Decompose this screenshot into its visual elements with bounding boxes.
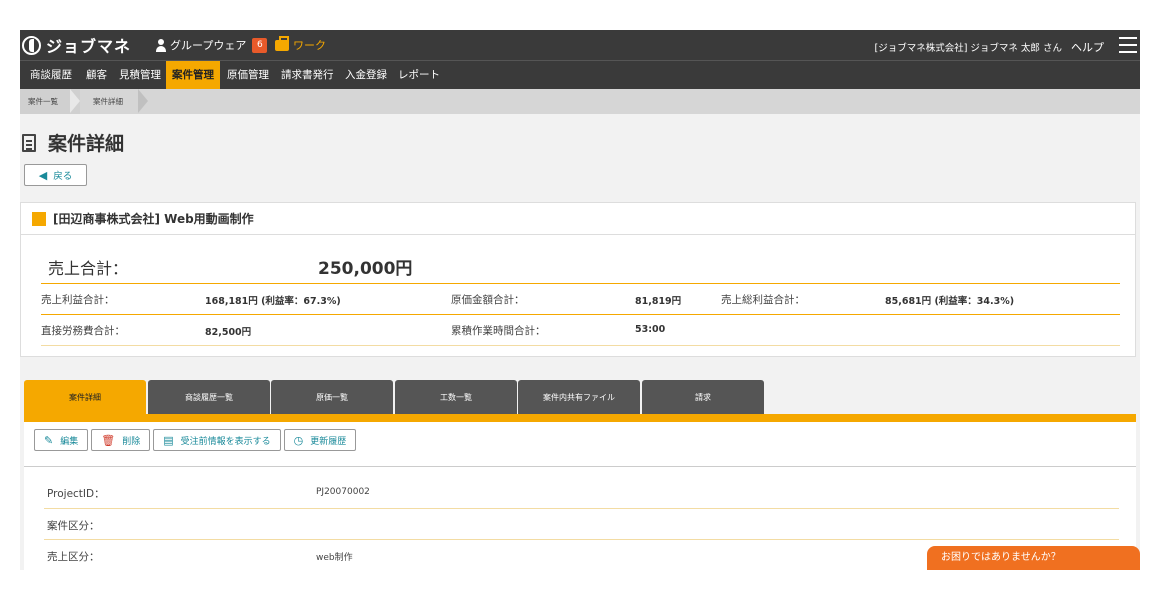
labor-value: 82,500円 bbox=[205, 327, 252, 338]
work-link[interactable]: ワーク bbox=[275, 35, 326, 53]
sales-total-value: 250,000円 bbox=[318, 259, 413, 279]
project-id-value: PJ20070002 bbox=[316, 487, 370, 497]
logo-text: ジョブマネ bbox=[46, 37, 132, 56]
tab-project-detail[interactable]: 案件詳細 bbox=[24, 380, 146, 414]
summary-panel: 売上合計： 250,000円 売上利益合計： 168,181円 (利益率：67.… bbox=[20, 235, 1136, 357]
history-button[interactable]: ◷ 更新履歴 bbox=[283, 429, 357, 451]
briefcase-icon bbox=[275, 35, 289, 51]
tab-shared-files[interactable]: 案件内共有ファイル bbox=[518, 380, 640, 414]
user-name[interactable]: [ジョブマネ株式会社] ジョブマネ 太郎 さん bbox=[874, 43, 1061, 54]
clock-icon: ◷ bbox=[293, 433, 304, 447]
trash-icon: 🗑 bbox=[101, 433, 116, 447]
delete-button[interactable]: 🗑 削除 bbox=[91, 429, 151, 451]
action-toolbar: ✎ 編集 🗑 削除 ▤ 受注前情報を表示する ◷ 更新履歴 bbox=[34, 429, 359, 451]
breadcrumb-separator bbox=[70, 89, 80, 113]
tab-underline bbox=[24, 414, 1136, 422]
nav-item-invoices[interactable]: 請求書発行 bbox=[275, 61, 340, 89]
tab-man-hours[interactable]: 工数一覧 bbox=[395, 380, 517, 414]
project-id-label: ProjectID： bbox=[47, 488, 105, 500]
person-icon bbox=[156, 38, 166, 52]
nav-item-projects[interactable]: 案件管理 bbox=[166, 61, 220, 89]
divider bbox=[24, 466, 1136, 467]
project-title: [田辺商事株式会社] Web用動画制作 bbox=[53, 212, 254, 226]
hours-label: 累積作業時間合計： bbox=[451, 325, 546, 337]
breadcrumb: 案件一覧 案件詳細 bbox=[20, 89, 1140, 114]
page-title-text: 案件詳細 bbox=[48, 133, 125, 155]
nav-item-deals[interactable]: 商談履歴 bbox=[24, 61, 78, 89]
document-icon bbox=[22, 133, 36, 152]
back-arrow-icon: ◀ bbox=[38, 168, 48, 182]
tab-deal-history[interactable]: 商談履歴一覧 bbox=[148, 380, 270, 414]
divider bbox=[41, 345, 1120, 346]
back-button[interactable]: ◀ 戻る bbox=[24, 164, 87, 186]
hamburger-menu-icon[interactable] bbox=[1119, 37, 1137, 53]
top-bar: ジョブマネ グループウェア 6 ワーク [ジョブマネ株式会社] ジョブマネ 太郎… bbox=[20, 30, 1140, 60]
document-icon: ▤ bbox=[163, 433, 174, 447]
tab-billing[interactable]: 請求 bbox=[642, 380, 764, 414]
groupware-link[interactable]: グループウェア 6 bbox=[156, 37, 268, 53]
edit-label: 編集 bbox=[60, 436, 79, 447]
delete-label: 削除 bbox=[122, 436, 141, 447]
show-pre-order-button[interactable]: ▤ 受注前情報を表示する bbox=[153, 429, 281, 451]
gross-profit-value: 168,181円 (利益率：67.3%) bbox=[205, 296, 341, 307]
back-button-label: 戻る bbox=[53, 171, 73, 182]
cost-value: 81,819円 bbox=[635, 296, 682, 307]
page-title: 案件詳細 bbox=[22, 129, 124, 156]
labor-label: 直接労務費合計： bbox=[41, 325, 125, 337]
hours-value: 53:00 bbox=[635, 324, 666, 335]
help-link[interactable]: ヘルプ bbox=[1071, 41, 1104, 54]
sales-total-label: 売上合計： bbox=[48, 259, 129, 278]
nav-item-payments[interactable]: 入金登録 bbox=[339, 61, 393, 89]
pencil-icon: ✎ bbox=[44, 433, 54, 447]
divider bbox=[44, 508, 1119, 509]
nav-item-reports[interactable]: レポート bbox=[392, 61, 446, 89]
show-pre-order-label: 受注前情報を表示する bbox=[180, 436, 271, 447]
total-gross-label: 売上総利益合計： bbox=[721, 294, 805, 306]
app-window: ジョブマネ グループウェア 6 ワーク [ジョブマネ株式会社] ジョブマネ 太郎… bbox=[20, 30, 1140, 570]
help-chat-button[interactable]: お困りではありませんか？ bbox=[927, 546, 1140, 570]
breadcrumb-separator bbox=[138, 89, 148, 113]
edit-button[interactable]: ✎ 編集 bbox=[34, 429, 89, 451]
divider bbox=[41, 283, 1120, 284]
nav-item-costs[interactable]: 原価管理 bbox=[221, 61, 275, 89]
logo[interactable]: ジョブマネ bbox=[22, 34, 131, 56]
divider bbox=[44, 539, 1119, 540]
nav-item-estimates[interactable]: 見積管理 bbox=[113, 61, 167, 89]
cost-label: 原価金額合計： bbox=[451, 294, 525, 306]
square-icon bbox=[32, 211, 46, 226]
sales-category-label: 売上区分： bbox=[47, 551, 100, 563]
nav-item-customers[interactable]: 顧客 bbox=[80, 61, 113, 89]
category-label: 案件区分： bbox=[47, 520, 100, 532]
divider bbox=[41, 314, 1120, 315]
total-gross-value: 85,681円 (利益率：34.3%) bbox=[885, 296, 1015, 307]
project-header: [田辺商事株式会社] Web用動画制作 bbox=[20, 202, 1136, 235]
breadcrumb-item-project-detail: 案件詳細 bbox=[93, 97, 123, 106]
gross-profit-label: 売上利益合計： bbox=[41, 294, 115, 306]
notification-badge: 6 bbox=[252, 37, 268, 53]
logo-icon bbox=[22, 35, 41, 55]
main-nav: 商談履歴 顧客 見積管理 案件管理 原価管理 請求書発行 入金登録 レポート bbox=[20, 60, 1140, 89]
sales-category-value: web制作 bbox=[316, 553, 353, 563]
tab-cost-list[interactable]: 原価一覧 bbox=[271, 380, 393, 414]
history-label: 更新履歴 bbox=[310, 436, 347, 447]
user-area: [ジョブマネ株式会社] ジョブマネ 太郎 さん ヘルプ bbox=[874, 39, 1104, 55]
groupware-label: グループウェア bbox=[170, 39, 247, 52]
work-label: ワーク bbox=[293, 39, 326, 52]
